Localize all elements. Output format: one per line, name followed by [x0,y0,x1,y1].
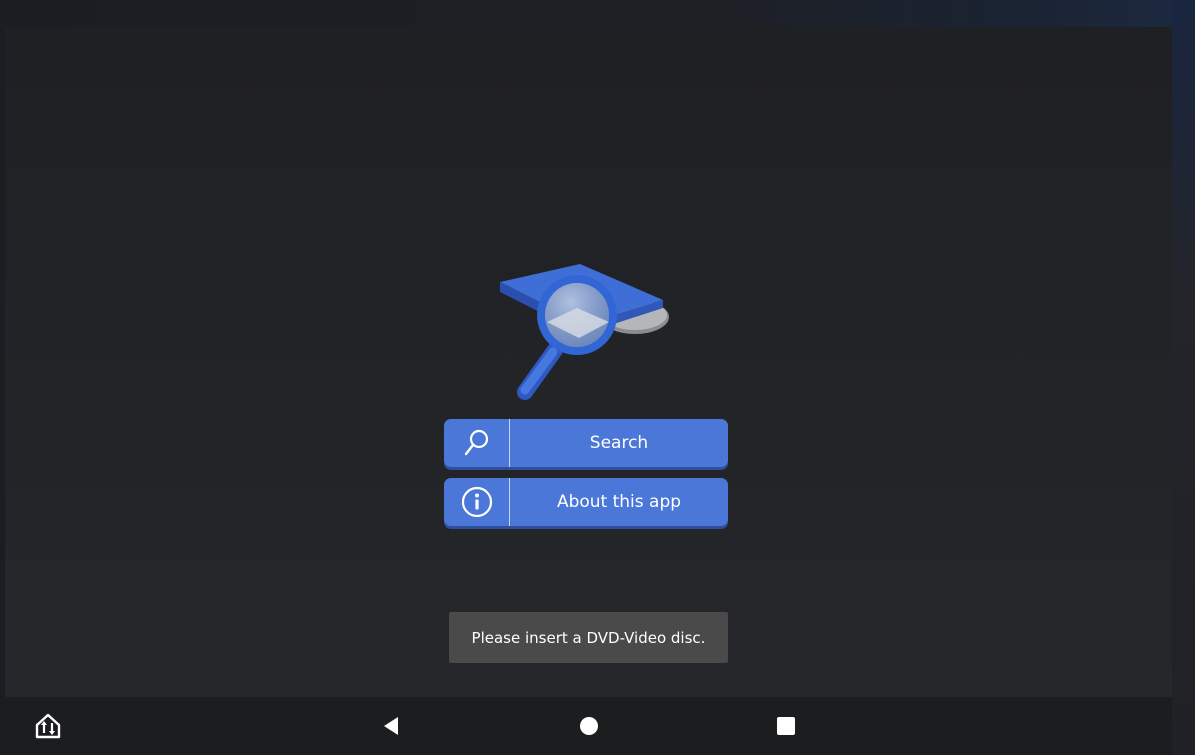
desktop-edge [1172,0,1195,755]
search-icon [444,419,510,467]
search-button-label: Search [589,433,649,453]
navigation-bar [0,697,1172,755]
home-icon[interactable] [574,711,604,741]
search-button[interactable]: Search [444,419,728,467]
about-button-label: About this app [556,492,682,512]
back-icon[interactable] [376,711,406,741]
info-icon [444,478,510,526]
toast-message: Please insert a DVD-Video disc. [449,612,728,663]
dvd-search-magnifier-icon [495,260,675,405]
app-home-icon[interactable] [33,711,63,741]
about-button[interactable]: About this app [444,478,728,526]
recents-icon[interactable] [771,711,801,741]
